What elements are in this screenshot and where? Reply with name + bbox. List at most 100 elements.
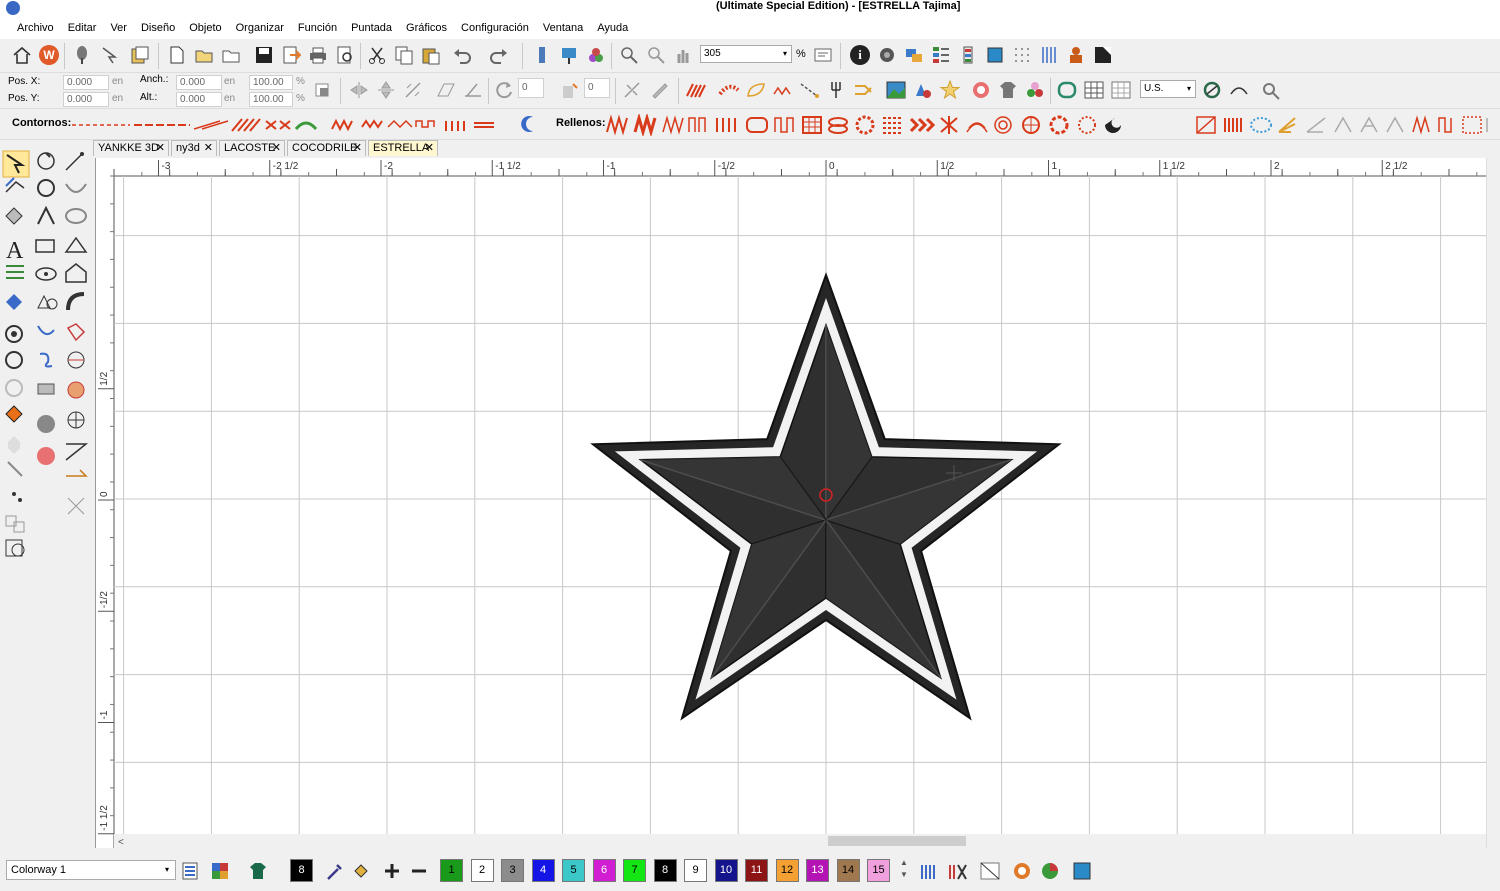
colorway-dropdown-icon[interactable]: ▾ (165, 865, 169, 874)
remove-color-icon[interactable] (407, 859, 431, 883)
artwork-icon[interactable] (1091, 43, 1115, 67)
image-icon[interactable] (884, 78, 908, 102)
color-wheel-icon[interactable] (1010, 859, 1034, 883)
mirror-v-icon[interactable] (374, 78, 398, 102)
colorway-grid-icon[interactable] (208, 859, 232, 883)
menu-ventana[interactable]: Ventana (536, 18, 590, 39)
shapes-tool-icon[interactable] (37, 294, 58, 310)
fork-icon[interactable] (825, 78, 849, 102)
pos-x-input[interactable]: 0.000 (63, 75, 109, 90)
grid-dots-icon[interactable] (1010, 43, 1034, 67)
garment-icon[interactable] (996, 78, 1020, 102)
windows-icon[interactable] (902, 43, 926, 67)
oval-tool-icon[interactable] (65, 208, 87, 224)
node-tool-icon[interactable] (37, 205, 55, 225)
close-icon[interactable]: ✕ (204, 141, 213, 156)
zigzag-stitch-icon[interactable] (771, 78, 795, 102)
save-icon[interactable] (252, 43, 276, 67)
settings-icon[interactable] (1259, 78, 1283, 102)
color-swatch-3[interactable]: 3 (501, 859, 524, 882)
hoop-icon[interactable] (70, 43, 94, 67)
contour-stitch-icons[interactable] (70, 115, 510, 135)
tab-yankke-3d[interactable]: YANKKE 3D ✕ (93, 140, 169, 156)
puzzle-tool-icon[interactable] (37, 383, 55, 395)
close-icon[interactable]: ✕ (156, 141, 165, 156)
menu-editar[interactable]: Editar (61, 18, 104, 39)
print-icon[interactable] (306, 43, 330, 67)
clipboard-icon[interactable] (127, 43, 151, 67)
garment-color-icon[interactable] (246, 859, 270, 883)
scale-x-input[interactable]: 100.00 (249, 75, 293, 90)
rotate-input[interactable]: 0 (518, 78, 544, 98)
leaf-icon[interactable] (744, 78, 768, 102)
menu-organizar[interactable]: Organizar (229, 18, 291, 39)
color-swatch-4[interactable]: 4 (531, 859, 555, 882)
color-swatch-8[interactable]: 8 (653, 859, 677, 882)
diagonal-line-icon[interactable] (978, 859, 1002, 883)
redo-icon[interactable] (487, 43, 511, 67)
arrow-right-tool-icon[interactable] (66, 469, 88, 477)
house-shape-icon[interactable] (65, 263, 87, 283)
swatch-scroll-icon[interactable]: ▲ ▼ (900, 857, 908, 881)
needle-tool-icon[interactable] (7, 461, 23, 477)
measure-icon[interactable] (1200, 78, 1224, 102)
color-swatch-14[interactable]: 14 (836, 859, 860, 882)
lock-proportions-icon[interactable] (310, 78, 334, 102)
menu-ayuda[interactable]: Ayuda (590, 18, 635, 39)
design-canvas[interactable]: -3 -2 1/2 -2 -1 1/2 -1 -1/2 0 1/2 1 1 1/2 2 2 1/2 1… (95, 158, 1500, 848)
fill-shape-icon[interactable] (5, 405, 23, 423)
slant-icon[interactable] (461, 78, 485, 102)
trim-tool-icon[interactable] (12, 492, 22, 502)
color-swatch-11[interactable]: 11 (745, 859, 768, 882)
menu-funcion[interactable]: Función (291, 18, 344, 39)
digitize-tool-icon[interactable] (6, 294, 22, 310)
run-stitch-icon[interactable] (798, 78, 822, 102)
open-folder-icon[interactable] (192, 43, 216, 67)
machine-icon[interactable] (875, 43, 899, 67)
scale-y-input[interactable]: 100.00 (249, 92, 293, 107)
monogram-tool-icon[interactable] (6, 265, 24, 279)
color-swatch-6[interactable]: 6 (592, 859, 616, 882)
angle-tool-icon[interactable] (65, 443, 89, 461)
slant-angle-icon[interactable] (557, 78, 581, 102)
curve-tool-icon[interactable] (65, 183, 87, 193)
menu-puntada[interactable]: Puntada (344, 18, 399, 39)
hexagon-tool-icon[interactable] (8, 436, 20, 454)
stamp-icon[interactable] (1064, 43, 1088, 67)
thread-chart-icon[interactable] (918, 859, 942, 883)
arc-icon[interactable] (1227, 78, 1251, 102)
color-blend-icon[interactable] (1038, 859, 1062, 883)
tatami-stitch-icon[interactable] (717, 78, 741, 102)
hoop-oval-icon[interactable] (1055, 78, 1079, 102)
horizontal-scrollbar-thumb[interactable] (828, 836, 966, 846)
color-swatch-15[interactable]: 15 (867, 859, 890, 882)
info-icon[interactable]: i (848, 43, 872, 67)
pan-icon[interactable] (671, 43, 695, 67)
wave-tool-icon[interactable] (66, 323, 86, 342)
knife-icon[interactable] (647, 78, 671, 102)
fill-stitch-icons[interactable] (605, 114, 1155, 136)
circle-text-icon[interactable] (37, 415, 55, 433)
colors-icon[interactable] (1023, 78, 1047, 102)
add-color-icon[interactable] (380, 859, 404, 883)
copy-icon[interactable] (392, 43, 416, 67)
rectangle-tool-icon[interactable] (35, 239, 55, 253)
slant-input[interactable]: 0 (584, 78, 610, 98)
thread-swap-icon[interactable] (946, 859, 970, 883)
rotate-icon[interactable] (493, 78, 517, 102)
star-radial-icon[interactable] (67, 411, 85, 429)
zoom-out-icon[interactable] (644, 43, 668, 67)
line-tool-icon[interactable] (65, 152, 84, 171)
menu-archivo[interactable]: Archivo (10, 18, 61, 39)
zoom-dropdown-icon[interactable]: ▾ (783, 49, 787, 58)
menu-graficos[interactable]: Gráficos (399, 18, 454, 39)
open-recent-icon[interactable] (219, 43, 243, 67)
units-dropdown-icon[interactable]: ▾ (1187, 84, 1191, 93)
branch-icon[interactable] (852, 78, 876, 102)
color-swatch-2[interactable]: 2 (470, 859, 494, 882)
stitch-density-icon[interactable] (1037, 43, 1061, 67)
tab-estrella[interactable]: ESTRELLA ✕ (368, 140, 438, 156)
cut-icon[interactable] (365, 43, 389, 67)
eye-tool-icon[interactable] (35, 267, 57, 281)
split-icon[interactable] (620, 78, 644, 102)
